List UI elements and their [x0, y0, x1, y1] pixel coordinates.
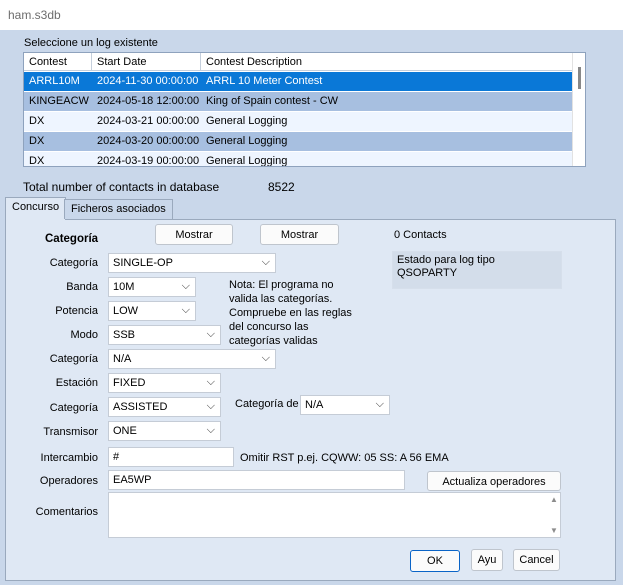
operadores-input[interactable]: EA5WP: [108, 470, 405, 490]
transmisor-select[interactable]: ONE ⌵: [108, 421, 221, 441]
cell-start-date: 2024-05-18 12:00:00: [97, 95, 200, 107]
cell-contest: DX: [29, 135, 45, 147]
categoria2-select[interactable]: N/A ⌵: [108, 349, 276, 369]
banda-select[interactable]: 10M ⌵: [108, 277, 196, 297]
cell-description: General Logging: [206, 115, 288, 127]
categoria3-select[interactable]: ASSISTED ⌵: [108, 397, 221, 417]
cell-start-date: 2024-03-21 00:00:00: [97, 115, 200, 127]
operadores-label: Operadores: [39, 475, 98, 487]
cell-description: ARRL 10 Meter Contest: [206, 75, 323, 87]
total-contacts-label: Total number of contacts in database: [23, 180, 220, 194]
cell-description: King of Spain contest - CW: [206, 95, 339, 107]
scroll-up-icon[interactable]: ▲: [550, 495, 558, 504]
total-contacts-value: 8522: [268, 180, 295, 194]
table-row[interactable]: DX 2024-03-19 00:00:00 General Logging: [24, 152, 573, 167]
table-row[interactable]: ARRL10M 2024-11-30 00:00:00 ARRL 10 Mete…: [24, 72, 573, 91]
tab-concurso[interactable]: Concurso: [5, 197, 67, 220]
window-title: ham.s3db: [0, 0, 623, 30]
table-row[interactable]: DX 2024-03-21 00:00:00 General Logging: [24, 112, 573, 131]
transmisor-label: Transmisor: [43, 426, 98, 438]
chevron-down-icon: ⌵: [261, 256, 270, 268]
log-table[interactable]: Contest Start Date Contest Description A…: [23, 52, 586, 167]
cell-contest: KINGEACW: [29, 95, 89, 107]
log-table-header: Contest Start Date Contest Description: [24, 53, 573, 71]
categoria-select[interactable]: SINGLE-OP ⌵: [108, 253, 276, 273]
banda-value: 10M: [113, 281, 135, 293]
modo-label: Modo: [70, 329, 98, 341]
cell-description: General Logging: [206, 135, 288, 147]
transmisor-value: ONE: [113, 425, 137, 437]
banda-label: Banda: [66, 281, 98, 293]
cell-contest: DX: [29, 155, 45, 167]
chevron-down-icon: ⌵: [181, 280, 190, 292]
cell-contest: DX: [29, 115, 45, 127]
chevron-down-icon: ⌵: [261, 352, 270, 364]
comentarios-label: Comentarios: [35, 506, 98, 518]
status-value: QSOPARTY: [397, 267, 458, 279]
table-row[interactable]: KINGEACW 2024-05-18 12:00:00 King of Spa…: [24, 92, 573, 111]
scrollbar-thumb[interactable]: [578, 67, 581, 89]
cell-description: General Logging: [206, 155, 288, 167]
categoria2-value: N/A: [113, 353, 132, 365]
potencia-value: LOW: [113, 305, 139, 317]
categoria-label: Categoría: [49, 257, 98, 269]
categoria2-label: Categoría: [49, 353, 98, 365]
categoria3-label: Categoría: [49, 402, 98, 414]
comentarios-textarea[interactable]: ▲ ▼: [108, 492, 561, 538]
categoria-de-select[interactable]: N/A ⌵: [300, 395, 390, 415]
cell-start-date: 2024-03-20 00:00:00: [97, 135, 200, 147]
potencia-label: Potencia: [55, 305, 98, 317]
cell-contest: ARRL10M: [29, 75, 80, 87]
validation-note: Nota: El programa no valida las categorí…: [229, 279, 352, 347]
table-row[interactable]: DX 2024-03-20 00:00:00 General Logging: [24, 132, 573, 151]
cancel-button[interactable]: Cancel: [513, 549, 560, 571]
mostrar-button-1[interactable]: Mostrar: [155, 224, 233, 245]
cell-start-date: 2024-03-19 00:00:00: [97, 155, 200, 167]
contacts-count: 0 Contacts: [394, 229, 447, 241]
chevron-down-icon: ⌵: [206, 328, 215, 340]
scroll-down-icon[interactable]: ▼: [550, 526, 558, 535]
column-header-start-date[interactable]: Start Date: [92, 53, 201, 71]
chevron-down-icon: ⌵: [206, 376, 215, 388]
status-box: Estado para log tipo QSOPARTY: [392, 251, 562, 289]
categoria-value: SINGLE-OP: [113, 257, 173, 269]
categoria-de-value: N/A: [305, 399, 324, 411]
estacion-select[interactable]: FIXED ⌵: [108, 373, 221, 393]
category-heading: Categoría: [45, 233, 99, 245]
comentarios-scrollbar[interactable]: ▲ ▼: [547, 493, 560, 537]
mostrar-button-2[interactable]: Mostrar: [260, 224, 339, 245]
estacion-label: Estación: [55, 377, 98, 389]
categoria3-value: ASSISTED: [113, 401, 168, 413]
chevron-down-icon: ⌵: [206, 400, 215, 412]
status-title: Estado para log tipo: [397, 254, 495, 266]
modo-value: SSB: [113, 329, 136, 341]
chevron-down-icon: ⌵: [181, 304, 190, 316]
intercambio-hint: Omitir RST p.ej. CQWW: 05 SS: A 56 EMA: [240, 452, 449, 464]
cell-start-date: 2024-11-30 00:00:00: [97, 75, 199, 87]
estacion-value: FIXED: [113, 377, 146, 389]
intercambio-input[interactable]: #: [108, 447, 234, 467]
intercambio-label: Intercambio: [40, 452, 98, 464]
column-header-contest[interactable]: Contest: [24, 53, 92, 71]
column-header-description[interactable]: Contest Description: [201, 53, 573, 71]
chevron-down-icon: ⌵: [375, 398, 384, 410]
categoria-de-label: Categoría de: [235, 398, 299, 410]
tab-ficheros-asociados[interactable]: Ficheros asociados: [64, 199, 173, 219]
log-table-scrollbar[interactable]: [572, 53, 585, 166]
potencia-select[interactable]: LOW ⌵: [108, 301, 196, 321]
actualiza-operadores-button[interactable]: Actualiza operadores: [427, 471, 561, 491]
chevron-down-icon: ⌵: [206, 424, 215, 436]
modo-select[interactable]: SSB ⌵: [108, 325, 221, 345]
ok-button[interactable]: OK: [410, 550, 460, 572]
log-selector-label: Seleccione un log existente: [24, 37, 158, 49]
help-button[interactable]: Ayu: [471, 549, 503, 571]
